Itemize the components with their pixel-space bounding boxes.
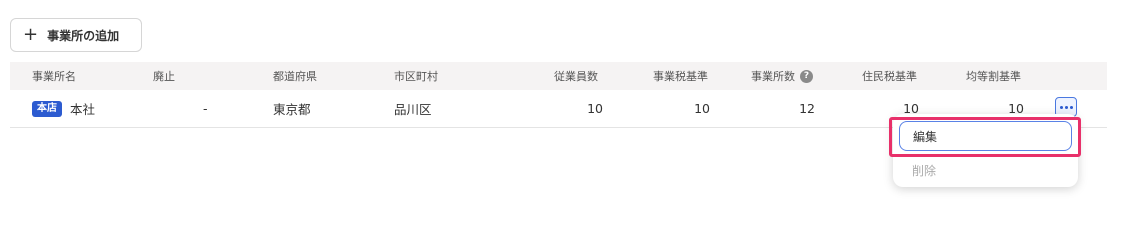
header-resident-tax-basis: 住民税基準 <box>862 70 917 83</box>
header-equal-share-basis: 均等割基準 <box>966 70 1021 83</box>
city-cell: 品川区 <box>394 102 432 117</box>
header-office-name: 事業所名 <box>32 70 76 83</box>
header-office-count: 事業所数 ? <box>751 62 813 90</box>
more-dot <box>1064 105 1068 109</box>
help-icon[interactable]: ? <box>800 69 813 83</box>
header-abolished: 廃止 <box>153 70 175 83</box>
office-name-cell: 本店 本社 <box>32 90 95 127</box>
office-count-cell: 12 <box>799 101 815 116</box>
more-dots-icon <box>1059 105 1063 109</box>
table-header: 事業所名 廃止 都道府県 市区町村 従業員数 事業税基準 事業所数 ? 住民税基… <box>10 62 1107 90</box>
prefecture-cell: 東京都 <box>273 102 311 117</box>
delete-menu-item[interactable]: 削除 <box>899 155 1072 185</box>
business-tax-basis-cell: 10 <box>694 101 710 116</box>
row-action-menu: 編集 削除 <box>893 114 1078 187</box>
header-employees: 従業員数 <box>554 70 598 83</box>
more-dot <box>1069 105 1073 109</box>
header-business-tax-basis: 事業税基準 <box>653 70 708 83</box>
add-office-label: 事業所の追加 <box>47 28 120 43</box>
head-office-badge: 本店 <box>32 100 62 117</box>
add-office-button[interactable]: + 事業所の追加 <box>10 18 142 52</box>
header-prefecture: 都道府県 <box>273 70 317 83</box>
plus-icon: + <box>23 24 39 45</box>
office-name: 本社 <box>70 102 96 117</box>
header-city: 市区町村 <box>394 70 438 83</box>
header-office-count-label: 事業所数 <box>751 70 795 83</box>
abolished-cell: - <box>203 101 208 116</box>
employees-cell: 10 <box>587 101 603 116</box>
edit-menu-item[interactable]: 編集 <box>899 121 1072 151</box>
